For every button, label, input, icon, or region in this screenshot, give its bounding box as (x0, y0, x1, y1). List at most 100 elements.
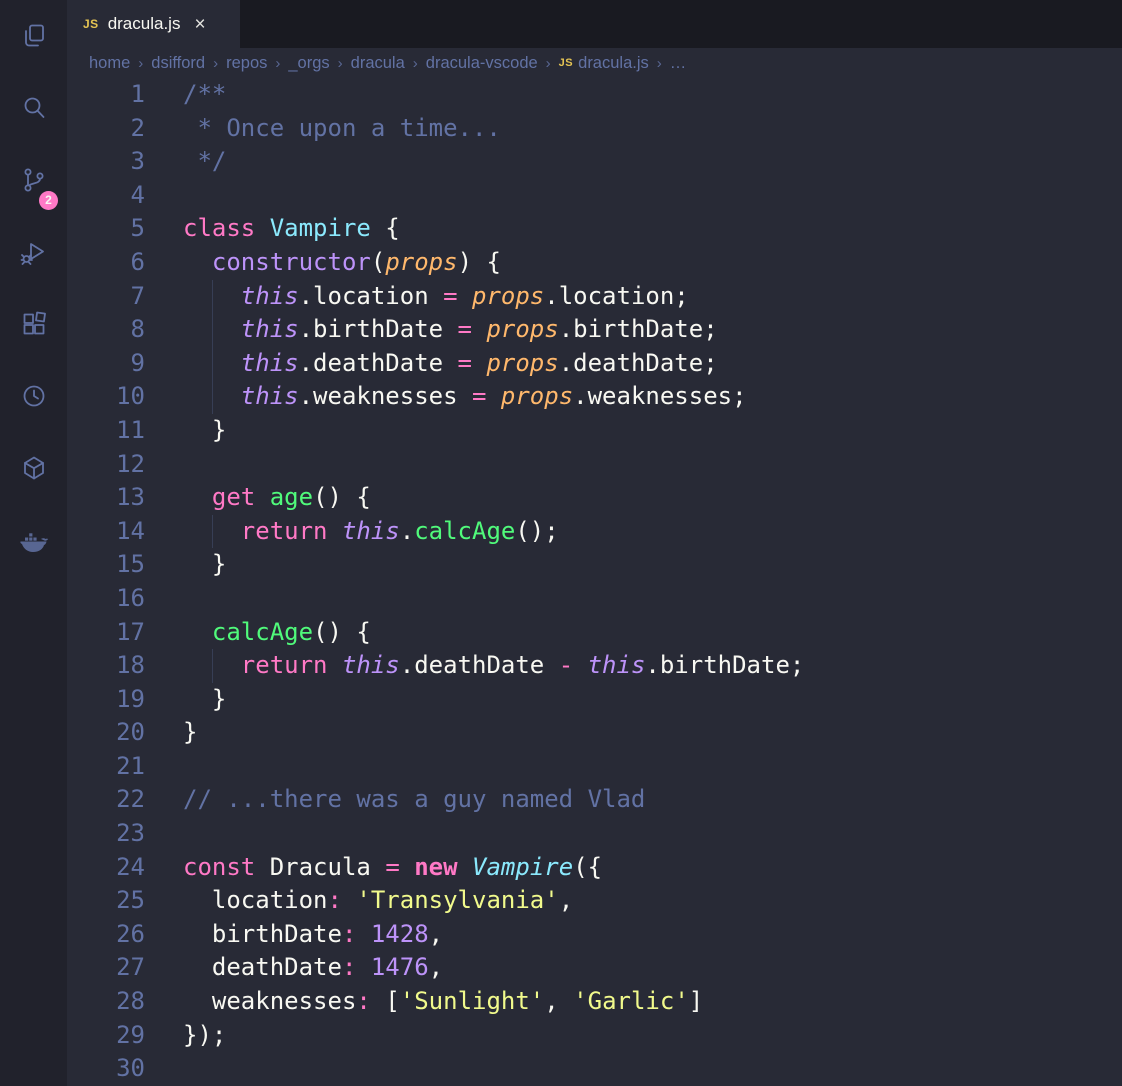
sidebar-item-extensions[interactable] (0, 288, 67, 360)
line-number[interactable]: 7 (67, 280, 145, 314)
line-number[interactable]: 19 (67, 683, 145, 717)
code-line[interactable]: 7 this.location = props.location; (67, 280, 1122, 314)
tab-dracula-js[interactable]: JS dracula.js × (67, 0, 240, 48)
sidebar-item-run-debug[interactable] (0, 216, 67, 288)
code-editor[interactable]: 1/**2 * Once upon a time...3 */45class V… (67, 78, 1122, 1086)
code-line[interactable]: 12 (67, 448, 1122, 482)
line-number[interactable]: 5 (67, 212, 145, 246)
line-number[interactable]: 18 (67, 649, 145, 683)
code-line[interactable]: 22 // ...there was a guy named Vlad (67, 783, 1122, 817)
close-icon[interactable]: × (194, 15, 205, 34)
code-line[interactable]: 27 deathDate: 1476, (67, 951, 1122, 985)
code-line[interactable]: 6 constructor(props) { (67, 246, 1122, 280)
code-line[interactable]: 4 (67, 179, 1122, 213)
cube-icon (19, 453, 49, 483)
breadcrumb-label: repos (226, 54, 267, 73)
code-token: this (241, 282, 299, 310)
code-line[interactable]: 23 (67, 817, 1122, 851)
code-line[interactable]: 3 */ (67, 145, 1122, 179)
code-line[interactable]: 8 this.birthDate = props.birthDate; (67, 313, 1122, 347)
source-control-icon (19, 165, 49, 195)
code-token: .location; (544, 282, 689, 310)
code-token (183, 987, 212, 1015)
code-line[interactable]: 9 this.deathDate = props.deathDate; (67, 347, 1122, 381)
editor-group: JS dracula.js × home›dsifford›repos›_org… (67, 0, 1122, 1086)
code-line[interactable]: 25 location: 'Transylvania', (67, 884, 1122, 918)
code-token (443, 349, 457, 377)
line-number[interactable]: 27 (67, 951, 145, 985)
code-line[interactable]: 15 } (67, 548, 1122, 582)
code-token: { (371, 214, 400, 242)
line-number[interactable]: 9 (67, 347, 145, 381)
js-file-icon: JS (83, 17, 99, 31)
line-number[interactable]: 24 (67, 851, 145, 885)
sidebar-item-docker[interactable] (0, 504, 67, 576)
code-line-text: */ (183, 145, 226, 179)
code-line[interactable]: 1/** (67, 78, 1122, 112)
line-number[interactable]: 11 (67, 414, 145, 448)
code-line[interactable]: 20} (67, 716, 1122, 750)
sidebar-item-cube[interactable] (0, 432, 67, 504)
code-line[interactable]: 11 } (67, 414, 1122, 448)
line-number[interactable]: 30 (67, 1052, 145, 1086)
breadcrumb-item[interactable]: home (89, 54, 130, 73)
breadcrumb-item[interactable]: dsifford (151, 54, 205, 73)
code-line[interactable]: 21 (67, 750, 1122, 784)
line-number[interactable]: 22 (67, 783, 145, 817)
breadcrumb-item[interactable]: _orgs (288, 54, 329, 73)
line-number[interactable]: 10 (67, 380, 145, 414)
breadcrumb-label: dsifford (151, 54, 205, 73)
code-line[interactable]: 5class Vampire { (67, 212, 1122, 246)
sidebar-item-search[interactable] (0, 72, 67, 144)
breadcrumb-item[interactable]: dracula (351, 54, 405, 73)
code-line[interactable]: 16 (67, 582, 1122, 616)
line-number[interactable]: 14 (67, 515, 145, 549)
code-token (458, 282, 472, 310)
breadcrumb-item[interactable]: dracula-vscode (426, 54, 538, 73)
line-number[interactable]: 8 (67, 313, 145, 347)
code-line[interactable]: 14 return this.calcAge(); (67, 515, 1122, 549)
line-number[interactable]: 21 (67, 750, 145, 784)
code-line[interactable]: 2 * Once upon a time... (67, 112, 1122, 146)
line-number[interactable]: 6 (67, 246, 145, 280)
code-line[interactable]: 13 get age() { (67, 481, 1122, 515)
line-number[interactable]: 1 (67, 78, 145, 112)
line-number[interactable]: 3 (67, 145, 145, 179)
code-line[interactable]: 18 return this.deathDate - this.birthDat… (67, 649, 1122, 683)
sidebar-item-source-control[interactable]: 2 (0, 144, 67, 216)
line-number[interactable]: 12 (67, 448, 145, 482)
code-line[interactable]: 24const Dracula = new Vampire({ (67, 851, 1122, 885)
line-number[interactable]: 26 (67, 918, 145, 952)
code-line[interactable]: 17 calcAge() { (67, 616, 1122, 650)
code-line-text: // ...there was a guy named Vlad (183, 783, 645, 817)
line-number[interactable]: 25 (67, 884, 145, 918)
line-number[interactable]: 13 (67, 481, 145, 515)
breadcrumb-label: dracula-vscode (426, 54, 538, 73)
breadcrumb-item[interactable]: … (670, 54, 687, 73)
breadcrumb-item[interactable]: JSdracula.js (559, 54, 649, 73)
code-line[interactable]: 19 } (67, 683, 1122, 717)
code-token: ({ (573, 853, 602, 881)
line-number[interactable]: 15 (67, 548, 145, 582)
code-token (356, 920, 370, 948)
code-token: * Once upon a time... (183, 114, 501, 142)
code-line[interactable]: 29}); (67, 1019, 1122, 1053)
breadcrumb-item[interactable]: repos (226, 54, 267, 73)
line-number[interactable]: 2 (67, 112, 145, 146)
line-number[interactable]: 17 (67, 616, 145, 650)
code-line-text: return this.calcAge(); (183, 515, 559, 549)
line-number[interactable]: 16 (67, 582, 145, 616)
code-line[interactable]: 30 (67, 1052, 1122, 1086)
line-number[interactable]: 20 (67, 716, 145, 750)
line-number[interactable]: 28 (67, 985, 145, 1019)
code-line[interactable]: 26 birthDate: 1428, (67, 918, 1122, 952)
line-number[interactable]: 29 (67, 1019, 145, 1053)
sidebar-item-clock[interactable] (0, 360, 67, 432)
sidebar-item-explorer[interactable] (0, 0, 67, 72)
code-token (371, 853, 385, 881)
code-line[interactable]: 10 this.weaknesses = props.weaknesses; (67, 380, 1122, 414)
code-line[interactable]: 28 weaknesses: ['Sunlight', 'Garlic'] (67, 985, 1122, 1019)
line-number[interactable]: 4 (67, 179, 145, 213)
docker-icon (18, 525, 50, 555)
line-number[interactable]: 23 (67, 817, 145, 851)
